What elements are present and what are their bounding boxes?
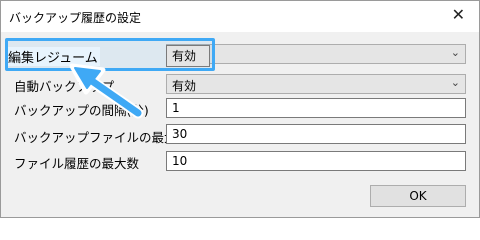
title-bar: バックアップ履歴の設定 ✕ bbox=[1, 1, 479, 31]
dialog-title: バックアップ履歴の設定 bbox=[9, 11, 142, 25]
highlighted-value: 有効 bbox=[166, 45, 210, 67]
highlighted-label: 編集レジューム bbox=[8, 47, 100, 66]
label-backup-interval: バックアップの間隔(分) bbox=[14, 103, 149, 118]
label-auto-backup: 自動バックアップ bbox=[14, 79, 115, 94]
label-max-file-history: ファイル履歴の最大数 bbox=[14, 156, 140, 171]
max-backup-files-value: 30 bbox=[172, 127, 188, 141]
chevron-down-icon: ⌄ bbox=[450, 76, 460, 89]
max-file-history-value: 10 bbox=[172, 154, 188, 168]
ok-button[interactable]: OK bbox=[370, 185, 466, 207]
max-file-history-input[interactable]: 10 bbox=[166, 151, 466, 171]
chevron-down-icon: ⌄ bbox=[450, 46, 460, 59]
backup-interval-value: 1 bbox=[172, 101, 180, 115]
label-max-backup-files: バックアップファイルの最大数 bbox=[14, 130, 190, 145]
max-backup-files-input[interactable]: 30 bbox=[166, 124, 466, 144]
auto-backup-combo[interactable]: 有効 ⌄ bbox=[166, 74, 466, 94]
auto-backup-value: 有効 bbox=[172, 79, 197, 93]
close-icon[interactable]: ✕ bbox=[452, 6, 465, 24]
backup-interval-input[interactable]: 1 bbox=[166, 98, 466, 118]
